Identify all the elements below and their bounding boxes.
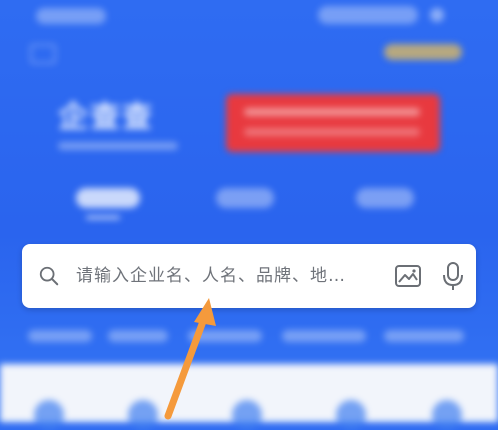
app-logo: 企查查 bbox=[58, 92, 186, 154]
microphone-icon[interactable] bbox=[442, 261, 464, 291]
search-icon[interactable] bbox=[38, 265, 60, 287]
status-bar-left bbox=[36, 8, 106, 24]
hot-chip[interactable] bbox=[282, 330, 366, 342]
feature-icon[interactable] bbox=[336, 400, 366, 430]
tab-1[interactable] bbox=[76, 188, 140, 208]
tab-2[interactable] bbox=[216, 188, 274, 208]
hot-chip[interactable] bbox=[108, 330, 168, 342]
feature-grid bbox=[0, 364, 498, 430]
feature-icon[interactable] bbox=[34, 400, 64, 430]
vip-badge[interactable] bbox=[384, 44, 462, 60]
hot-chip[interactable] bbox=[384, 330, 464, 342]
feature-icon[interactable] bbox=[232, 400, 262, 430]
status-bar-right bbox=[318, 6, 418, 24]
hot-chip[interactable] bbox=[188, 330, 262, 342]
promo-banner-button[interactable] bbox=[226, 94, 440, 152]
image-search-icon[interactable] bbox=[394, 262, 422, 290]
status-dot bbox=[430, 8, 444, 22]
hot-search-row bbox=[0, 320, 498, 354]
search-bar[interactable]: 请输入企业名、人名、品牌、地… bbox=[22, 244, 476, 308]
logo-title: 企查查 bbox=[58, 100, 154, 135]
hot-chip[interactable] bbox=[28, 330, 92, 342]
logo-subtitle bbox=[58, 142, 178, 150]
message-icon[interactable] bbox=[30, 44, 56, 64]
feature-icon[interactable] bbox=[128, 400, 158, 430]
feature-icon[interactable] bbox=[432, 400, 462, 430]
search-tabs bbox=[0, 188, 498, 228]
active-tab-indicator bbox=[86, 216, 120, 219]
search-input[interactable]: 请输入企业名、人名、品牌、地… bbox=[76, 244, 346, 308]
tab-3[interactable] bbox=[356, 188, 414, 208]
